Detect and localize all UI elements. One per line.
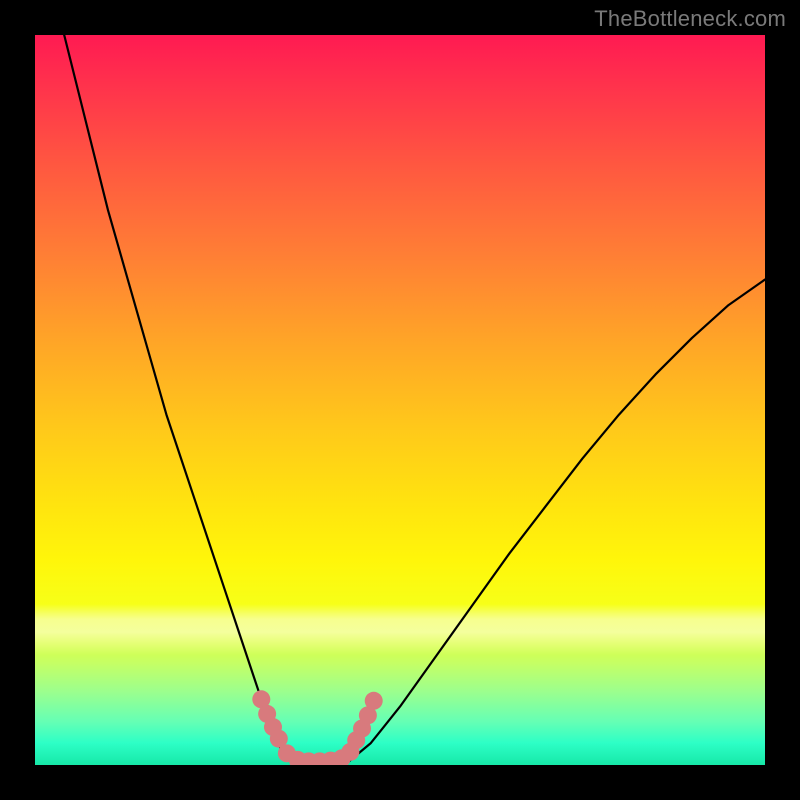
chart-svg xyxy=(35,35,765,765)
curve-path xyxy=(64,35,765,764)
plot-area xyxy=(35,35,765,765)
curve-group xyxy=(64,35,765,764)
marker-dot xyxy=(365,692,383,710)
watermark-text: TheBottleneck.com xyxy=(594,6,786,32)
outer-frame: TheBottleneck.com xyxy=(0,0,800,800)
marker-group xyxy=(252,690,382,765)
